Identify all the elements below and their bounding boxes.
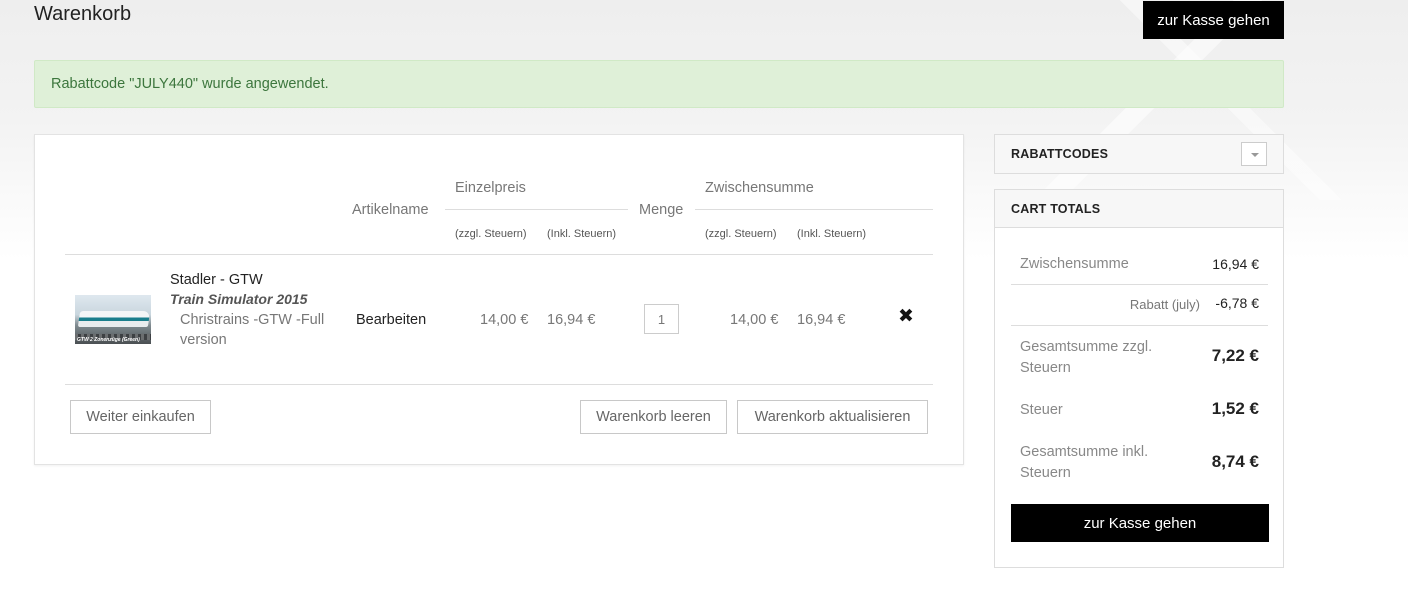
edit-item-link[interactable]: Bearbeiten [356, 312, 426, 328]
product-thumbnail[interactable]: GTW 2 Zonenzüge (Green) [75, 295, 151, 344]
header-subtotal-incl: (Inkl. Steuern) [797, 228, 867, 240]
table-footer-divider [65, 384, 933, 385]
totals-row-total-incl: Gesamtsumme inkl. Steuern 8,74 € [1011, 432, 1268, 488]
product-series: Train Simulator 2015 [170, 291, 308, 307]
header-unit-price: Einzelpreis [455, 180, 526, 196]
update-cart-button[interactable]: Warenkorb aktualisieren [737, 400, 928, 434]
total-incl-value: 8,74 € [1211, 452, 1259, 471]
checkout-button-top[interactable]: zur Kasse gehen [1143, 1, 1284, 39]
total-excl-label: Gesamtsumme zzgl. Steuern [1020, 339, 1153, 376]
header-subtotal: Zwischensumme [705, 180, 814, 196]
notice-message: Rabattcode "JULY440" wurde angewendet. [51, 76, 329, 92]
cart-totals-panel: CART TOTALS Zwischensumme 16,94 € Rabatt… [994, 189, 1284, 568]
totals-row-subtotal: Zwischensumme 16,94 € [1011, 247, 1268, 285]
unit-price-excl: 14,00 € [480, 312, 529, 328]
tax-label: Steuer [1020, 402, 1063, 418]
coupon-applied-notice: Rabattcode "JULY440" wurde angewendet. [34, 60, 1284, 108]
totals-row-discount: Rabatt (july) -6,78 € [1011, 285, 1268, 326]
thumbnail-caption: GTW 2 Zonenzüge (Green) [77, 337, 140, 343]
header-divider [445, 209, 628, 210]
subtotal-value: 16,94 € [1212, 256, 1259, 272]
subtotal-label: Zwischensumme [1020, 256, 1129, 272]
subtotal-incl: 16,94 € [797, 312, 846, 328]
quantity-input[interactable] [644, 304, 679, 334]
discount-label: Rabatt (july) [1129, 297, 1200, 312]
product-name[interactable]: Stadler - GTW [170, 272, 263, 288]
tax-value: 1,52 € [1211, 399, 1259, 418]
table-header-divider [65, 254, 933, 255]
remove-item-icon[interactable]: ✖ [897, 306, 915, 328]
cart-table: Artikelname Einzelpreis Menge Zwischensu… [34, 134, 964, 465]
totals-row-total-excl: Gesamtsumme zzgl. Steuern 7,22 € [1011, 326, 1268, 386]
header-subtotal-excl: (zzgl. Steuern) [705, 228, 777, 240]
continue-shopping-button[interactable]: Weiter einkaufen [70, 400, 211, 434]
totals-row-tax: Steuer 1,52 € [1011, 386, 1268, 430]
header-article-name: Artikelname [352, 202, 429, 218]
empty-cart-button[interactable]: Warenkorb leeren [580, 400, 727, 434]
header-quantity: Menge [639, 202, 684, 218]
cart-totals-header: CART TOTALS [995, 190, 1283, 228]
unit-price-incl: 16,94 € [547, 312, 596, 328]
total-incl-label: Gesamtsumme inkl. Steuern [1020, 444, 1149, 481]
coupon-panel-header[interactable]: RABATTCODES [995, 135, 1283, 173]
product-variant: Christrains -GTW -Full version [180, 312, 325, 348]
subtotal-excl: 14,00 € [730, 312, 779, 328]
header-divider [695, 209, 933, 210]
train-image [77, 311, 151, 327]
header-unit-price-incl: (Inkl. Steuern) [547, 228, 617, 240]
page-title: Warenkorb [34, 3, 132, 25]
total-excl-value: 7,22 € [1211, 346, 1259, 365]
coupon-panel: RABATTCODES [994, 134, 1284, 174]
header-unit-price-excl: (zzgl. Steuern) [455, 228, 527, 240]
chevron-down-icon[interactable] [1241, 142, 1267, 166]
discount-value: -6,78 € [1215, 295, 1259, 311]
coupon-panel-title: RABATTCODES [1011, 147, 1109, 161]
checkout-button-bottom[interactable]: zur Kasse gehen [1011, 504, 1269, 542]
cart-totals-title: CART TOTALS [1011, 202, 1101, 216]
